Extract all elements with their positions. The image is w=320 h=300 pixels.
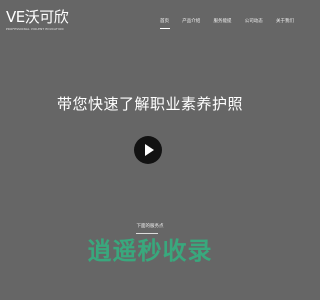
nav-item-home[interactable]: 首页 [158, 19, 171, 29]
nav-item-services[interactable]: 服务能提 [212, 19, 234, 25]
nav-item-about[interactable]: 关于我们 [274, 19, 296, 25]
site-header: VE沃可欣 PROFESSIONAL VIOLENT EDUCATION 首页 … [0, 0, 300, 44]
nav-item-news[interactable]: 公司动态 [243, 19, 265, 25]
watermark: 逍遥秒收录 [87, 237, 213, 265]
hero-title: 带您快速了解职业素养护照 [56, 95, 243, 113]
logo-mark: VE沃可欣 [6, 8, 69, 26]
logo[interactable]: VE沃可欣 PROFESSIONAL VIOLENT EDUCATION [6, 8, 76, 36]
main-nav: 首页 产品介绍 服务能提 公司动态 关于我们 [158, 0, 296, 44]
logo-tagline: PROFESSIONAL VIOLENT EDUCATION [6, 27, 64, 31]
play-icon [145, 144, 154, 156]
nav-item-products[interactable]: 产品介绍 [180, 19, 202, 25]
footer-label: 下面的服务点 [136, 224, 164, 229]
play-button[interactable] [134, 136, 162, 164]
